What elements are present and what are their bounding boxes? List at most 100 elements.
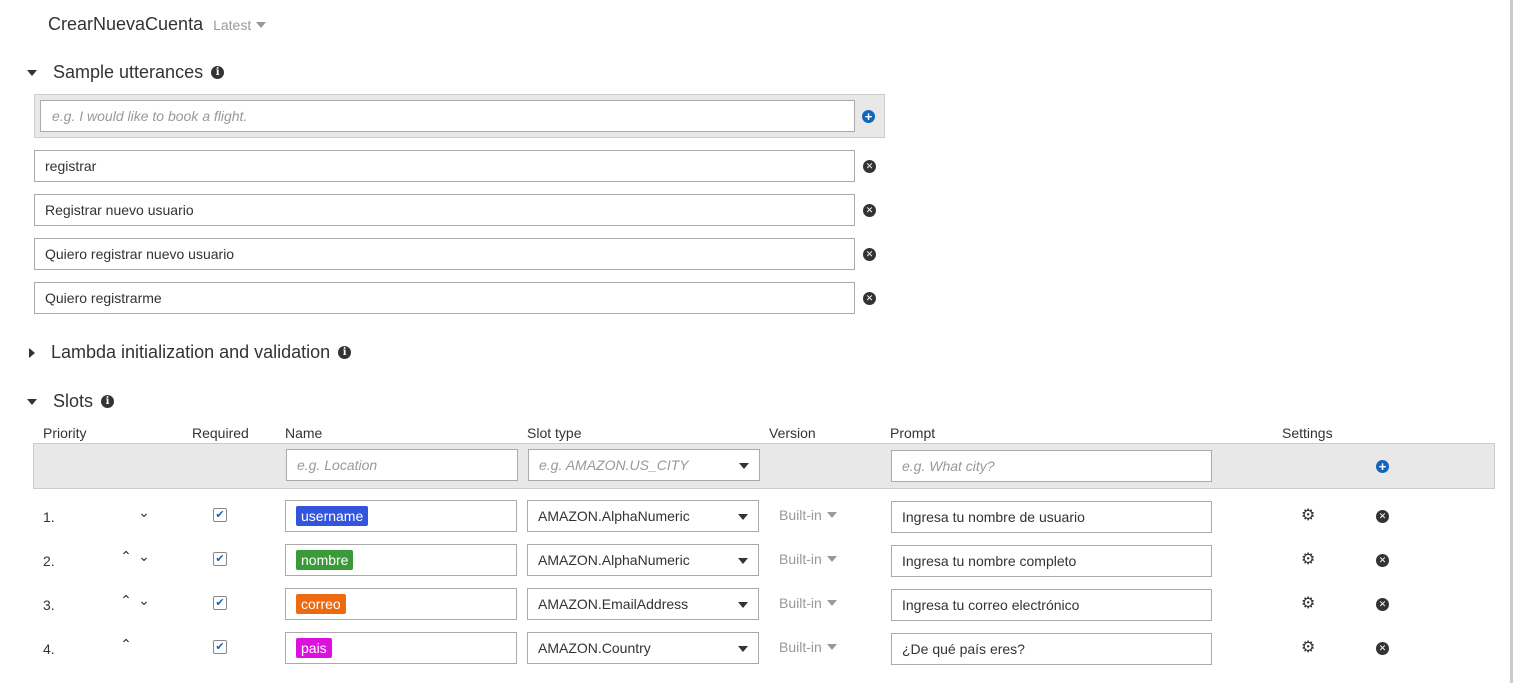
slot-type-select[interactable]: AMAZON.Country: [527, 632, 759, 664]
caret-down-icon: [826, 600, 837, 606]
remove-slot-icon[interactable]: ✕: [1376, 642, 1389, 655]
slot-type-select[interactable]: AMAZON.AlphaNumeric: [527, 500, 759, 532]
gear-icon[interactable]: ⚙: [1301, 640, 1315, 656]
check-icon: ✔: [215, 640, 225, 653]
utterance-item[interactable]: Quiero registrar nuevo usuario: [34, 238, 855, 270]
slot-priority: 4.: [43, 641, 55, 657]
slot-version-value: Built-in: [779, 595, 822, 611]
collapse-triangle-icon[interactable]: [27, 69, 37, 76]
remove-slot-icon[interactable]: ✕: [1376, 554, 1389, 567]
slot-name-field[interactable]: correo: [285, 588, 517, 620]
column-header-settings: Settings: [1282, 425, 1333, 441]
slot-prompt-input[interactable]: Ingresa tu correo electrónico: [891, 589, 1212, 621]
new-slot-prompt-input[interactable]: e.g. What city?: [891, 450, 1212, 482]
caret-down-icon: [739, 463, 749, 469]
move-down-icon[interactable]: ⌄: [137, 548, 151, 565]
info-icon[interactable]: i: [101, 395, 115, 408]
slot-name-field[interactable]: username: [285, 500, 517, 532]
intent-version-select[interactable]: Latest: [213, 17, 267, 33]
move-down-icon[interactable]: ⌄: [137, 504, 151, 521]
slot-version-select[interactable]: Built-in: [779, 507, 837, 523]
slot-prompt-input[interactable]: ¿De qué país eres?: [891, 633, 1212, 665]
column-header-priority: Priority: [43, 425, 87, 441]
move-up-icon[interactable]: ⌃: [119, 636, 133, 653]
check-icon: ✔: [215, 552, 225, 565]
slot-type-value: AMAZON.EmailAddress: [538, 596, 689, 612]
move-up-icon[interactable]: ⌃: [119, 592, 133, 609]
utterance-item[interactable]: Quiero registrarme: [34, 282, 855, 314]
caret-down-icon: [826, 512, 837, 518]
new-slot-name-input[interactable]: e.g. Location: [286, 449, 518, 481]
move-up-icon[interactable]: ⌃: [119, 548, 133, 565]
remove-utterance-icon[interactable]: ✕: [863, 248, 876, 261]
slot-version-select[interactable]: Built-in: [779, 551, 837, 567]
slot-name-tag: correo: [296, 594, 346, 614]
slot-priority: 3.: [43, 597, 55, 613]
slot-priority: 2.: [43, 553, 55, 569]
info-icon[interactable]: i: [211, 66, 225, 79]
gear-icon[interactable]: ⚙: [1301, 552, 1315, 568]
new-slot-prompt-placeholder: e.g. What city?: [902, 458, 995, 474]
sample-utterances-header[interactable]: Sample utterances i: [24, 62, 225, 83]
slot-priority: 1.: [43, 509, 55, 525]
slot-row: 1. ⌄ ✔ username AMAZON.AlphaNumeric Buil…: [33, 494, 1495, 538]
slots-title: Slots: [53, 391, 94, 411]
new-slot-type-select[interactable]: e.g. AMAZON.US_CITY: [528, 449, 760, 481]
intent-name: CrearNuevaCuenta: [48, 14, 204, 34]
slot-type-value: AMAZON.AlphaNumeric: [538, 552, 690, 568]
required-checkbox[interactable]: ✔: [213, 508, 227, 522]
required-checkbox[interactable]: ✔: [213, 552, 227, 566]
info-icon[interactable]: i: [338, 346, 352, 359]
slot-type-select[interactable]: AMAZON.AlphaNumeric: [527, 544, 759, 576]
caret-down-icon: [256, 22, 267, 28]
slot-row: 3. ⌃ ⌄ ✔ correo AMAZON.EmailAddress Buil…: [33, 582, 1495, 626]
required-checkbox[interactable]: ✔: [213, 640, 227, 654]
remove-slot-icon[interactable]: ✕: [1376, 598, 1389, 611]
caret-down-icon: [738, 602, 748, 608]
slot-prompt-input[interactable]: Ingresa tu nombre de usuario: [891, 501, 1212, 533]
slot-type-select[interactable]: AMAZON.EmailAddress: [527, 588, 759, 620]
remove-utterance-icon[interactable]: ✕: [863, 160, 876, 173]
slots-header[interactable]: Slots i: [24, 391, 115, 412]
required-checkbox[interactable]: ✔: [213, 596, 227, 610]
remove-utterance-icon[interactable]: ✕: [863, 292, 876, 305]
slot-name-tag: nombre: [296, 550, 354, 570]
slot-name-field[interactable]: nombre: [285, 544, 517, 576]
move-down-icon[interactable]: ⌄: [137, 592, 151, 609]
add-utterance-icon[interactable]: +: [862, 110, 875, 123]
slot-version-value: Built-in: [779, 551, 822, 567]
intent-header: CrearNuevaCuenta Latest: [48, 14, 267, 35]
column-header-name: Name: [285, 425, 323, 441]
new-slot-name-placeholder: e.g. Location: [297, 457, 378, 473]
check-icon: ✔: [215, 596, 225, 609]
new-slot-row: e.g. Location e.g. AMAZON.US_CITY e.g. W…: [33, 443, 1495, 489]
caret-down-icon: [738, 514, 748, 520]
slot-prompt-input[interactable]: Ingresa tu nombre completo: [891, 545, 1212, 577]
slot-version-value: Built-in: [779, 639, 822, 655]
slot-version-select[interactable]: Built-in: [779, 595, 837, 611]
check-icon: ✔: [215, 508, 225, 521]
gear-icon[interactable]: ⚙: [1301, 508, 1315, 524]
new-utterance-input[interactable]: [40, 100, 855, 132]
slot-row: 4. ⌃ ✔ pais AMAZON.Country Built-in ¿De …: [33, 626, 1495, 670]
slot-version-select[interactable]: Built-in: [779, 639, 837, 655]
slot-type-value: AMAZON.Country: [538, 640, 651, 656]
column-header-prompt: Prompt: [890, 425, 936, 441]
new-slot-type-placeholder: e.g. AMAZON.US_CITY: [539, 457, 689, 473]
lambda-title: Lambda initialization and validation: [51, 342, 331, 362]
expand-triangle-icon[interactable]: [29, 347, 35, 358]
slot-name-field[interactable]: pais: [285, 632, 517, 664]
remove-utterance-icon[interactable]: ✕: [863, 204, 876, 217]
remove-slot-icon[interactable]: ✕: [1376, 510, 1389, 523]
column-header-version: Version: [769, 425, 816, 441]
utterance-item[interactable]: Registrar nuevo usuario: [34, 194, 855, 226]
slot-name-tag: pais: [296, 638, 332, 658]
new-utterance-row: +: [34, 94, 885, 138]
utterance-item[interactable]: registrar: [34, 150, 855, 182]
collapse-triangle-icon[interactable]: [27, 398, 37, 405]
slot-type-value: AMAZON.AlphaNumeric: [538, 508, 690, 524]
gear-icon[interactable]: ⚙: [1301, 596, 1315, 612]
lambda-header[interactable]: Lambda initialization and validation i: [24, 342, 352, 363]
add-slot-icon[interactable]: +: [1376, 460, 1389, 473]
caret-down-icon: [738, 558, 748, 564]
